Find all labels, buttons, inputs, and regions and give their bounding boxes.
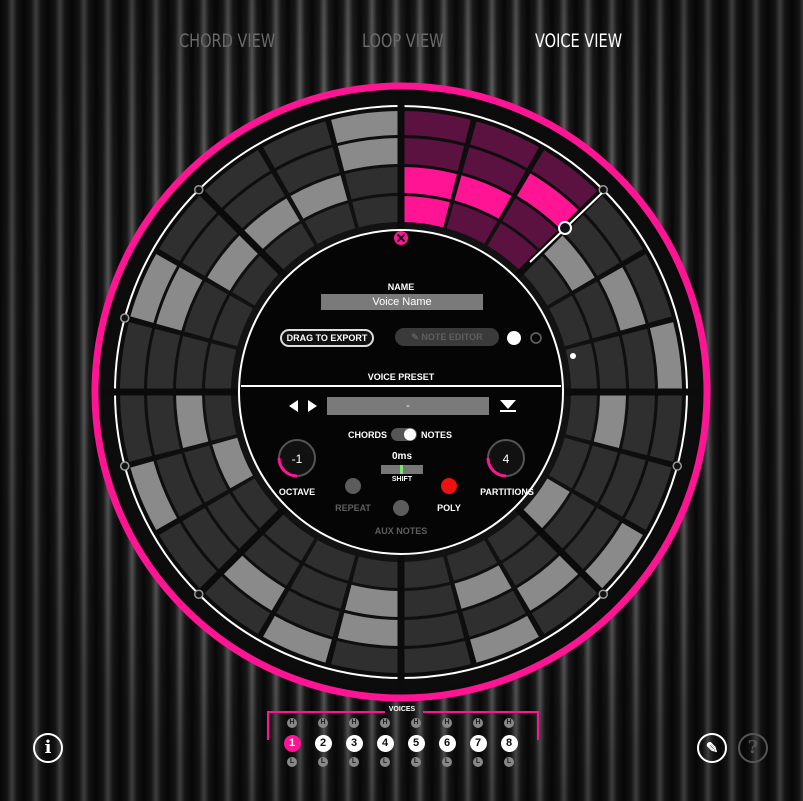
- ring-knob[interactable]: [598, 185, 608, 195]
- ring-knob[interactable]: [598, 589, 608, 599]
- partitions-value: 4: [502, 452, 510, 466]
- voice-octave-down-button[interactable]: L: [287, 757, 297, 767]
- ring-knob[interactable]: [194, 185, 204, 195]
- lightbulb-icon[interactable]: ✎: [697, 733, 727, 763]
- octave-label: OCTAVE: [278, 487, 316, 497]
- voices-bracket: [267, 711, 539, 740]
- voice-octave-down-button[interactable]: L: [504, 757, 514, 767]
- voice-octave-down-button[interactable]: L: [349, 757, 359, 767]
- partitions-label: PARTITIONS: [480, 487, 534, 497]
- voice-octave-up-button[interactable]: H: [504, 718, 514, 728]
- aux-notes-toggle[interactable]: [393, 500, 409, 516]
- help-icon[interactable]: ?: [738, 733, 768, 763]
- note-editor-button[interactable]: ✎ NOTE EDITOR: [395, 328, 499, 346]
- voice-octave-down-button[interactable]: L: [318, 757, 328, 767]
- voice-5-button[interactable]: 5: [407, 735, 425, 752]
- voice-octave-up-button[interactable]: H: [442, 718, 452, 728]
- voice-preset-select[interactable]: -: [327, 397, 489, 415]
- editor-ring-dot: [570, 353, 576, 359]
- notes-label: NOTES: [421, 430, 453, 440]
- info-icon[interactable]: i: [33, 733, 63, 763]
- voice-octave-down-button[interactable]: L: [442, 757, 452, 767]
- voice-octave-up-button[interactable]: H: [380, 718, 390, 728]
- voice-octave-up-button[interactable]: H: [473, 718, 483, 728]
- voice-octave-down-button[interactable]: L: [411, 757, 421, 767]
- chords-label: CHORDS: [347, 430, 387, 440]
- voices-label: VOICES: [388, 706, 416, 713]
- voice-name-input[interactable]: Voice Name: [321, 294, 483, 310]
- ring-knob[interactable]: [194, 589, 204, 599]
- voice-8-button[interactable]: 8: [500, 735, 518, 752]
- chords-notes-switch[interactable]: [391, 428, 417, 441]
- shift-value: 0ms: [391, 451, 412, 462]
- voice-octave-down-button[interactable]: L: [473, 757, 483, 767]
- note-editor-toggle[interactable]: [507, 331, 521, 345]
- playhead-handle[interactable]: [558, 221, 572, 235]
- shift-label: SHIFT: [391, 476, 413, 483]
- poly-toggle[interactable]: [441, 478, 457, 494]
- ring-knob[interactable]: [119, 461, 130, 471]
- ring-knob[interactable]: [672, 461, 683, 471]
- voice-octave-down-button[interactable]: L: [380, 757, 390, 767]
- voice-2-button[interactable]: 2: [314, 735, 332, 752]
- name-label: NAME: [387, 282, 415, 292]
- voice-7-button[interactable]: 7: [469, 735, 487, 752]
- octave-value: -1: [291, 452, 303, 466]
- poly-label: POLY: [437, 503, 461, 513]
- voice-octave-up-button[interactable]: H: [411, 718, 421, 728]
- repeat-toggle[interactable]: [345, 478, 361, 494]
- voice-4-button[interactable]: 4: [376, 735, 394, 752]
- voice-6-button[interactable]: 6: [438, 735, 456, 752]
- voice-preset-label: VOICE PRESET: [367, 372, 435, 382]
- close-icon[interactable]: [394, 231, 408, 245]
- voice-octave-up-button[interactable]: H: [349, 718, 359, 728]
- repeat-label: REPEAT: [335, 503, 371, 513]
- ring-knob[interactable]: [119, 313, 130, 323]
- aux-notes-label: AUX NOTES: [374, 526, 428, 536]
- drag-to-export-button[interactable]: DRAG TO EXPORT: [280, 329, 374, 347]
- voice-3-button[interactable]: 3: [345, 735, 363, 752]
- voice-octave-up-button[interactable]: H: [287, 718, 297, 728]
- shift-slider[interactable]: [381, 465, 423, 474]
- voice-1-button[interactable]: 1: [283, 735, 301, 752]
- voice-octave-up-button[interactable]: H: [318, 718, 328, 728]
